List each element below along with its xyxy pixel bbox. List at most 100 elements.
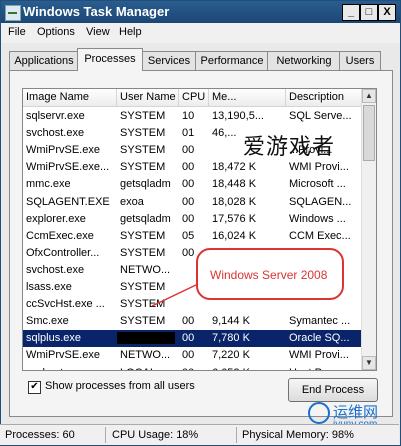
row-description: Windows ... [289,212,346,225]
row-description: WMI Provi... [289,161,349,174]
row-image-name: sqlplus.exe [26,332,82,345]
row-description: WMI Provi... [289,349,349,362]
menu-file[interactable]: File [8,26,26,38]
title-bar[interactable]: Windows Task Manager _ □ X [1,1,400,23]
row-image-name: svchost.exe [23,365,117,371]
status-processes: Processes: 60 [5,429,75,441]
close-button[interactable]: X [378,4,396,21]
show-all-users-checkbox[interactable]: ✔ [28,381,41,394]
row-image-name: WmiPrvSE.exe [26,144,100,157]
callout-pointer [151,283,199,307]
row-cpu: 00 [182,195,195,208]
status-divider [236,427,237,443]
menu-options[interactable]: Options [37,26,75,38]
row-image-name: svchost.exe [26,127,85,140]
row-image-name: WmiPrvSE.exe... [26,161,110,174]
table-row[interactable]: WmiPrvSE.exe NETWO... 00 7,220 K WMI Provi..… [23,347,362,364]
tab-networking[interactable]: Networking [267,51,341,70]
end-process-button[interactable]: End Process [288,378,378,402]
scroll-down-icon[interactable]: ▼ [362,356,376,370]
row-description: Symantec ... [289,315,351,328]
row-memory: 18,472 K [212,161,257,174]
column-header-image-name[interactable]: Image Name [23,89,117,106]
row-memory: 17,576 K [212,212,257,225]
row-cpu: 00 [182,349,195,362]
window-title: Windows Task Manager [23,4,170,19]
status-divider [105,427,106,443]
tab-services[interactable]: Services [141,51,197,70]
table-row[interactable]: explorer.exe getsqladm 00 17,576 K Windows .… [23,211,362,228]
minimize-button[interactable]: _ [342,4,360,21]
tab-performance[interactable]: Performance [195,51,269,70]
row-cpu: 00 [182,332,195,345]
row-cpu: 00 [182,212,195,225]
row-cpu: 00 [182,315,195,328]
scroll-thumb[interactable] [363,105,375,161]
row-image-name: mmc.exe [26,178,71,191]
column-header-row: Image Name User Name CPU Me... Descripti… [23,89,362,107]
row-image-name: svchost.exe [26,263,85,276]
table-row[interactable]: mmc.exe getsqladm 00 18,448 K Microsoft ... [23,176,362,193]
row-user-name: SYSTEM [120,229,166,242]
redacted-user-name [117,332,175,344]
row-user-name: exoa [120,195,144,208]
column-header-user-name[interactable]: User Name [117,89,179,106]
column-header-memory[interactable]: Me... [209,89,286,106]
menu-view[interactable]: View [86,26,110,38]
show-all-users-label[interactable]: Show processes from all users [45,380,195,392]
table-row[interactable]: WmiPrvSE.exe... SYSTEM 00 18,472 K WMI Provi… [23,159,362,176]
row-user-name: SYSTEM [120,110,166,122]
maximize-button[interactable]: □ [360,4,378,21]
row-image-name: sqlservr.exe [26,110,85,122]
row-memory: 7,780 K [212,332,250,345]
row-memory: 7,220 K [212,349,250,362]
annotation-callout: Windows Server 2008 [196,248,344,300]
menu-help[interactable]: Help [119,26,142,38]
column-header-cpu[interactable]: CPU [179,89,209,106]
watermark-text: 爱游戏者 [243,135,336,160]
tab-applications[interactable]: Applications [9,51,79,70]
row-image-name: explorer.exe [26,212,86,225]
row-user-name: NETWO... [120,263,171,276]
status-cpu-usage: CPU Usage: 18% [112,429,199,441]
row-user-name: LOCAL ... [117,365,179,371]
row-user-name: getsqladm [120,178,171,191]
row-image-name: SQLAGENT.EXE [26,195,110,208]
row-user-name: SYSTEM [120,315,166,328]
row-memory: 6,652 K [209,365,286,371]
tab-processes[interactable]: Processes [77,48,143,71]
row-description: Host Proce... [286,365,362,371]
row-cpu: 05 [182,229,195,242]
row-user-name: SYSTEM [120,246,166,259]
callout-text: Windows Server 2008 [210,268,328,282]
table-row[interactable]: sqlservr.exe SYSTEM 10 13,190,5... SQL Serve… [23,108,362,125]
row-cpu: 00 [179,365,209,371]
row-user-name: SYSTEM [120,127,166,140]
row-description: SQLAGEN... [289,195,352,208]
tab-users[interactable]: Users [339,51,381,70]
row-user-name: SYSTEM [120,144,166,157]
vertical-scrollbar[interactable]: ▲ ▼ [361,89,376,370]
scroll-up-icon[interactable]: ▲ [362,89,376,103]
row-memory: 9,144 K [212,315,250,328]
table-row[interactable]: CcmExec.exe SYSTEM 05 16,024 K CCM Exec... [23,228,362,245]
column-header-description[interactable]: Description [286,89,362,106]
row-description: Microsoft ... [289,178,346,191]
row-cpu: 00 [182,178,195,191]
row-cpu: 00 [182,144,195,157]
watermark-logo-icon [308,402,330,424]
table-row[interactable]: svchost.exeLOCAL ...006,652 KHost Proce.… [23,365,362,371]
row-cpu: 10 [182,110,195,122]
row-cpu: 00 [182,161,195,174]
row-user-name: getsqladm [120,212,171,225]
row-image-name: lsass.exe [26,281,72,293]
row-image-name: CcmExec.exe [26,229,94,242]
table-row[interactable]: sqlplus.exe 00 7,780 K Oracle SQ... [23,330,362,348]
row-description: SQL Serve... [289,110,352,122]
table-row[interactable]: SQLAGENT.EXE exoa 00 18,028 K SQLAGEN... [23,194,362,211]
table-row[interactable]: Smc.exe SYSTEM 00 9,144 K Symantec ... [23,313,362,330]
row-cpu: 01 [182,127,195,140]
row-image-name: OfxController... [26,246,100,259]
row-memory: 18,028 K [212,195,257,208]
row-image-name: Smc.exe [26,315,69,328]
